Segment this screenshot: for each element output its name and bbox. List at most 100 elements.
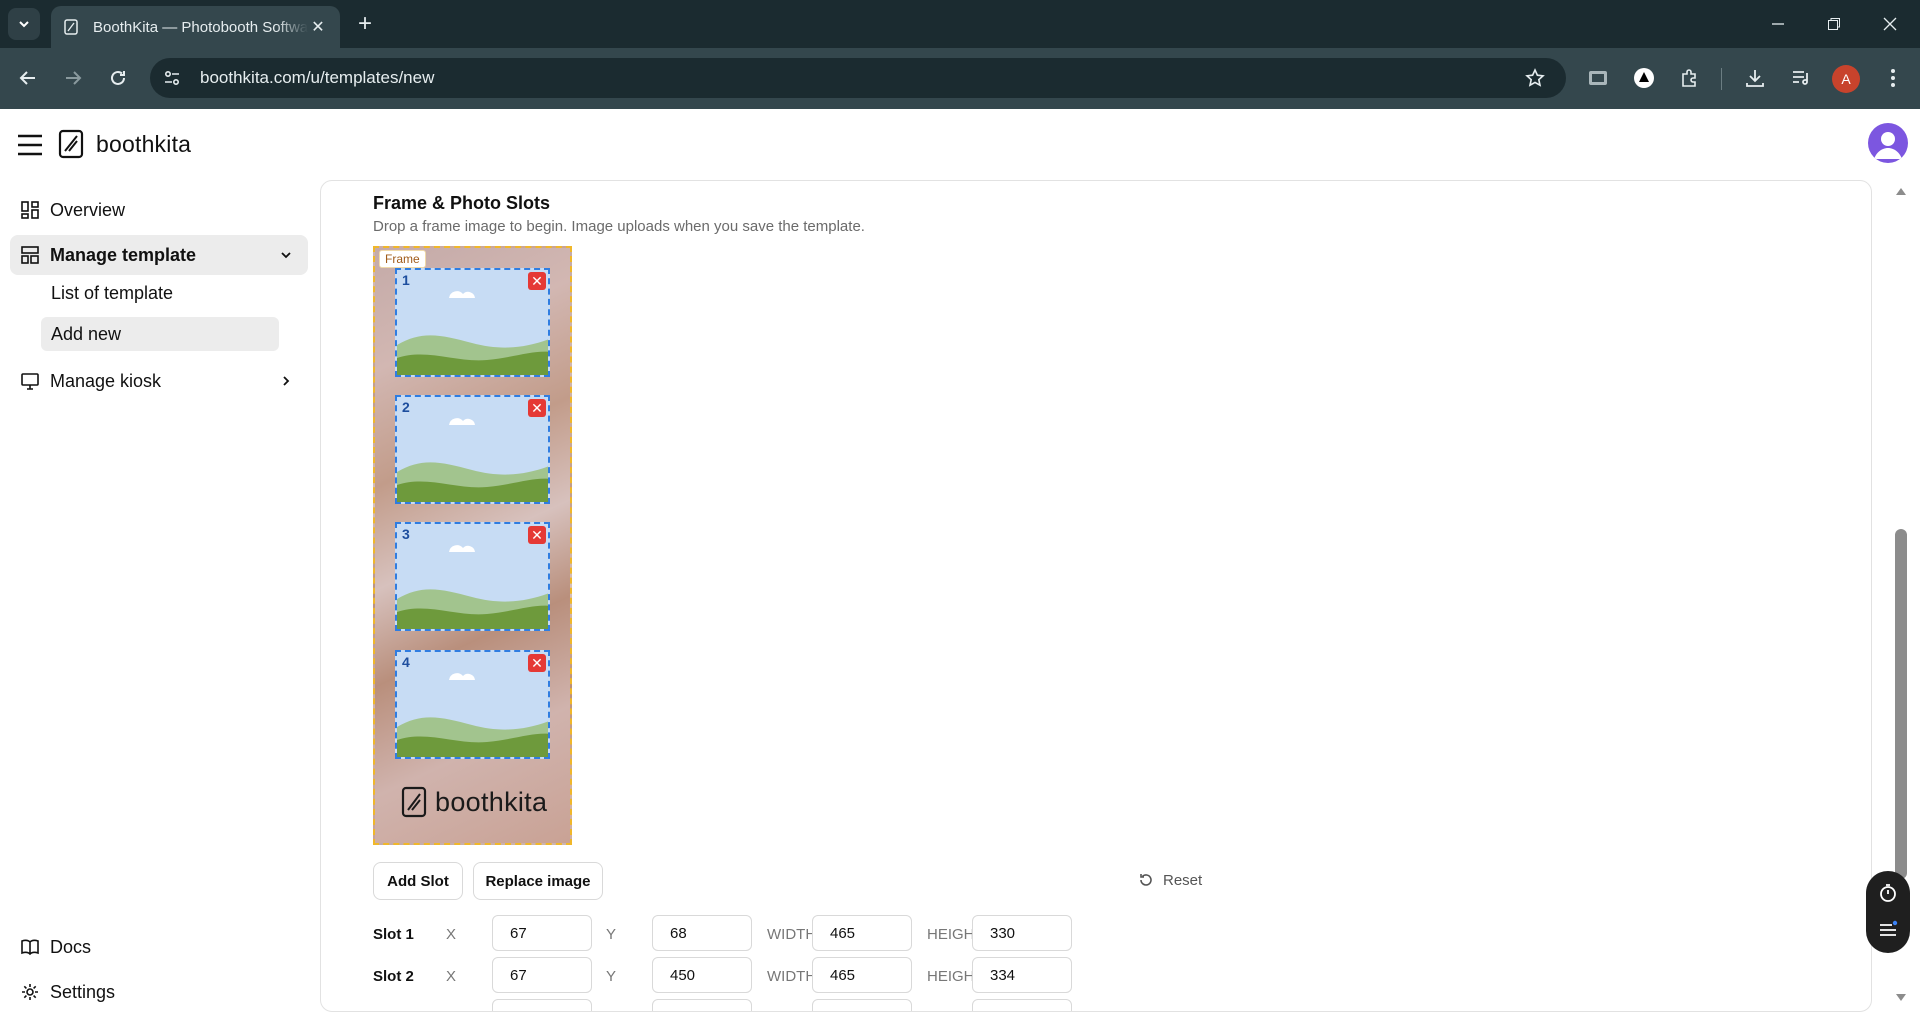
tab-title: BoothKita — Photobooth Software [93,18,308,36]
width-label: WIDTH [767,968,817,985]
browser-tab-active[interactable]: BoothKita — Photobooth Software ✕ [51,6,340,48]
replace-image-button[interactable]: Replace image [473,862,603,900]
remove-slot-icon[interactable]: ✕ [528,526,546,544]
close-window-button[interactable] [1870,10,1910,38]
slot-number: 1 [402,272,410,288]
media-controls-icon[interactable] [1785,62,1817,94]
scrollbar-thumb[interactable] [1895,529,1907,879]
scroll-down-arrow-icon[interactable] [1895,993,1907,1003]
boothkita-logo-icon [401,786,427,818]
new-tab-button[interactable]: + [350,12,380,38]
frame-logo: boothkita [401,786,547,818]
tab-search-button[interactable] [8,8,40,40]
slot-x-input-partial[interactable] [492,999,592,1011]
user-avatar[interactable] [1868,123,1908,163]
browser-profile-avatar[interactable]: A [1832,65,1860,93]
slot-height-input-partial[interactable] [972,999,1072,1011]
minimize-window-button[interactable] [1758,10,1798,38]
slot-height-input[interactable]: 334 [972,957,1072,993]
extension-triangle-icon[interactable] [1628,62,1660,94]
slot-row-label: Slot 1 [373,926,414,943]
minimize-icon [1772,23,1784,25]
url-text[interactable]: boothkita.com/u/templates/new [200,68,1518,88]
remove-slot-icon[interactable]: ✕ [528,399,546,417]
template-icon [20,245,40,265]
photo-slot[interactable]: 3 ✕ [395,522,550,631]
reload-button[interactable] [102,62,134,94]
slot-width-input-partial[interactable] [812,999,912,1011]
boothkita-favicon-icon [63,19,79,35]
hamburger-menu-icon[interactable] [16,131,44,159]
cast-icon[interactable] [1582,62,1614,94]
photo-slot[interactable]: 2 ✕ [395,395,550,504]
x-label: X [446,968,457,985]
book-icon [20,937,40,957]
bookmark-star-icon[interactable] [1518,61,1552,95]
gear-icon [20,982,40,1002]
sidebar: Overview Manage template List of templat… [0,181,320,1020]
slot-number: 4 [402,654,410,670]
template-editor-panel: Frame & Photo Slots Drop a frame image t… [320,180,1872,1012]
site-info-icon[interactable] [154,60,190,96]
reset-button[interactable]: Reset [1137,871,1202,889]
back-button[interactable] [12,62,44,94]
forward-button[interactable] [57,62,89,94]
sidebar-subitem-list-of-template[interactable]: List of template [41,276,279,310]
slot-height-input[interactable]: 330 [972,915,1072,951]
brand-name[interactable]: boothkita [96,131,191,158]
slot-width-input[interactable]: 465 [812,915,912,951]
frame-logo-text: boothkita [435,786,548,817]
photo-slot[interactable]: 4 ✕ [395,650,550,759]
app-header: boothkita [0,109,1920,181]
photo-slot[interactable]: 1 ✕ [395,268,550,377]
chevron-right-icon [276,371,296,391]
sidebar-subitem-add-new[interactable]: Add new [41,317,279,351]
list-menu-icon[interactable] [1876,917,1900,941]
add-slot-button[interactable]: Add Slot [373,862,463,900]
close-tab-icon[interactable]: ✕ [308,17,328,37]
slot-number: 3 [402,526,410,542]
sidebar-item-settings[interactable]: Settings [10,972,308,1012]
reload-icon [111,70,125,85]
slot-y-input-partial[interactable] [652,999,752,1011]
slot-x-input[interactable]: 67 [492,915,592,951]
sidebar-item-label: Settings [50,981,116,1002]
user-icon [1874,132,1902,159]
y-label: Y [606,968,617,985]
frame-canvas[interactable]: Frame 1 ✕ 2 ✕ 3 ✕ 4 ✕ boothkita [373,246,572,845]
x-label: X [446,926,457,943]
address-bar[interactable]: boothkita.com/u/templates/new [150,58,1566,98]
section-title: Frame & Photo Slots [373,193,551,213]
slot-width-input[interactable]: 465 [812,957,912,993]
sidebar-item-docs[interactable]: Docs [10,927,308,967]
sidebar-item-label: Docs [50,936,92,957]
browser-tab-bar: BoothKita — Photobooth Software ✕ + [0,0,1920,48]
extensions-puzzle-icon[interactable] [1674,62,1706,94]
browser-menu-icon[interactable] [1877,62,1909,94]
sidebar-item-label: Overview [50,199,126,220]
floating-tools-widget [1866,871,1910,953]
slot-y-input[interactable]: 68 [652,915,752,951]
restore-window-button[interactable] [1814,10,1854,38]
dashboard-icon [20,200,40,220]
monitor-icon [20,371,40,391]
section-subtitle: Drop a frame image to begin. Image uploa… [373,218,865,235]
remove-slot-icon[interactable]: ✕ [528,654,546,672]
sidebar-item-label: Manage kiosk [50,370,162,391]
sidebar-item-overview[interactable]: Overview [10,190,308,230]
arrow-right-icon [66,71,82,85]
slot-x-input[interactable]: 67 [492,957,592,993]
browser-toolbar: boothkita.com/u/templates/new [0,48,1920,109]
sidebar-subitem-label: Add new [51,323,122,344]
stopwatch-icon[interactable] [1876,881,1900,905]
scroll-up-arrow-icon[interactable] [1895,186,1907,196]
remove-slot-icon[interactable]: ✕ [528,272,546,290]
downloads-icon[interactable] [1739,62,1771,94]
frame-tag: Frame [379,250,426,268]
boothkita-logo-icon [58,129,84,159]
sidebar-item-manage-kiosk[interactable]: Manage kiosk [10,361,308,401]
sidebar-item-manage-template[interactable]: Manage template [10,235,308,275]
slot-y-input[interactable]: 450 [652,957,752,993]
chevron-down-icon [19,21,29,28]
sidebar-item-label: Manage template [50,244,197,265]
